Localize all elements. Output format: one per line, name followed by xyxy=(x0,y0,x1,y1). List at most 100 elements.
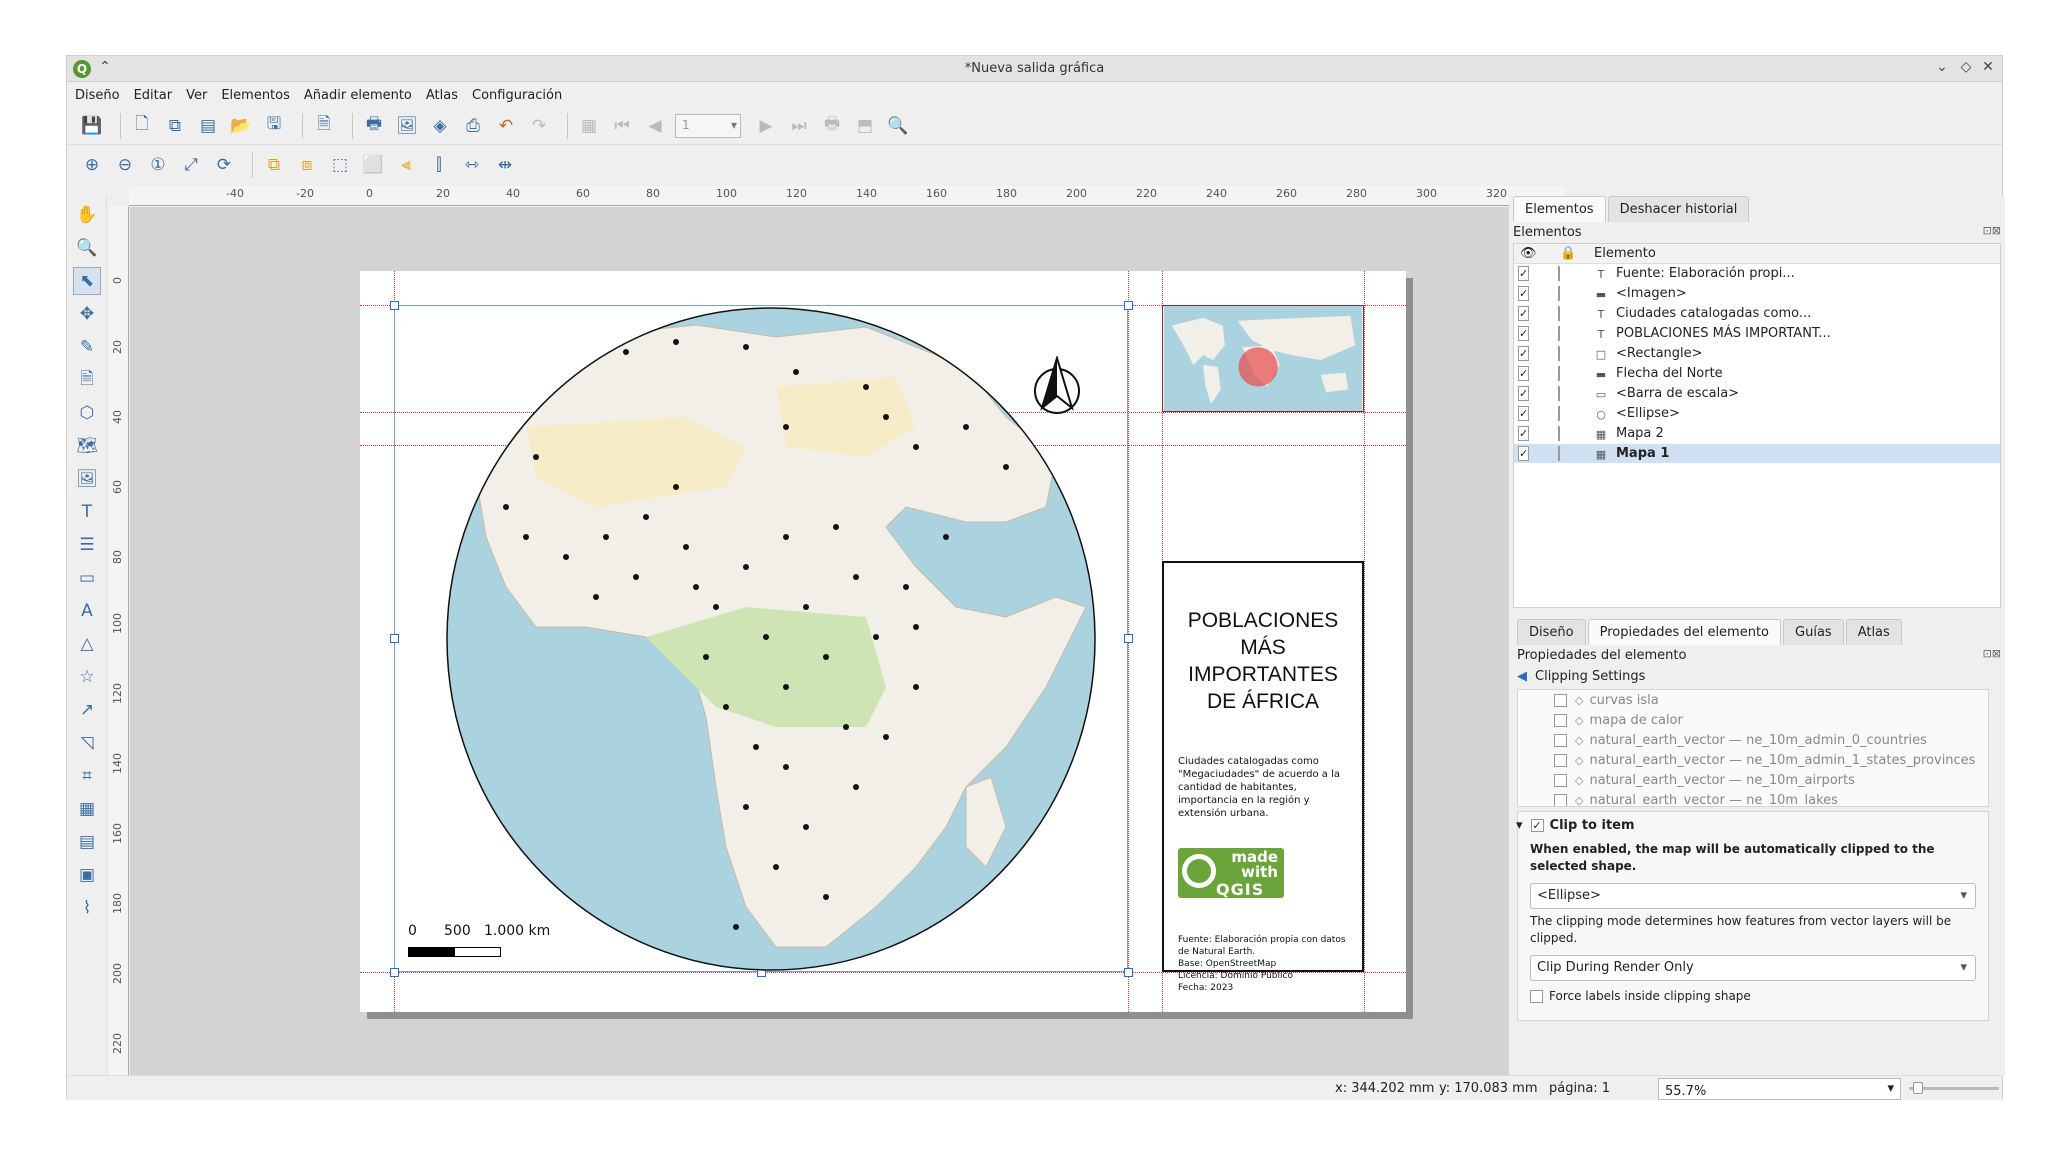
zoom-in-icon[interactable]: ⊕ xyxy=(79,152,105,178)
item-visible-checkbox[interactable]: ✓ xyxy=(1518,446,1530,461)
layer-row[interactable]: ◇ natural_earth_vector — ne_10m_lakes xyxy=(1554,790,1988,806)
zoom-slider[interactable] xyxy=(1909,1082,1999,1094)
item-lock-checkbox[interactable] xyxy=(1558,326,1560,341)
atlas-preview-icon[interactable]: ▦ xyxy=(576,113,602,139)
item-lock-checkbox[interactable] xyxy=(1558,426,1560,441)
info-box[interactable]: POBLACIONES MÁS IMPORTANTES DE ÁFRICA Ci… xyxy=(1162,561,1364,993)
group-items-icon[interactable]: ⬚ xyxy=(327,152,353,178)
export-atlas-icon[interactable]: ⬒ xyxy=(852,113,878,139)
item-row[interactable]: ✓ T POBLACIONES MÁS IMPORTANT... xyxy=(1514,324,2000,344)
layer-checkbox[interactable] xyxy=(1554,753,1567,767)
back-icon[interactable]: ◀ xyxy=(1517,669,1527,684)
export-svg-icon[interactable]: ◈ xyxy=(427,113,453,139)
layer-row[interactable]: ◇ natural_earth_vector — ne_10m_admin_0_c… xyxy=(1554,730,1988,750)
layer-checkbox[interactable] xyxy=(1554,713,1567,727)
item-row[interactable]: ✓ ○ <Ellipse> xyxy=(1514,404,2000,424)
item-visible-checkbox[interactable]: ✓ xyxy=(1518,306,1530,321)
add-map-icon[interactable]: 🗺 xyxy=(73,432,101,460)
minimize-icon[interactable]: ⌄ xyxy=(1932,59,1952,75)
export-pdf-icon[interactable]: ⎙ xyxy=(460,113,486,139)
collapse-icon[interactable]: ▾ xyxy=(1516,818,1523,833)
save-icon[interactable]: 💾 xyxy=(79,113,105,139)
item-row[interactable]: ✓ T Ciudades catalogadas como... xyxy=(1514,304,2000,324)
print-atlas-icon[interactable]: 🖶 xyxy=(819,113,845,139)
zoom-full-icon[interactable]: ⤢ xyxy=(178,152,204,178)
edit-nodes-icon[interactable]: ✎ xyxy=(73,333,101,361)
force-labels-checkbox[interactable] xyxy=(1530,989,1543,1003)
item-lock-checkbox[interactable] xyxy=(1558,446,1560,461)
layout-page[interactable]: 0 500 1.000 km POBLACIONES MÁS IMPORTANT… xyxy=(360,271,1406,1012)
props-close-icon[interactable]: ⊡⊠ xyxy=(1983,647,2001,660)
ungroup-items-icon[interactable]: ⬜ xyxy=(360,152,386,178)
item-lock-checkbox[interactable] xyxy=(1558,406,1560,421)
zoom-tool-icon[interactable]: 🔍 xyxy=(73,234,101,262)
first-feature-icon[interactable]: ⏮ xyxy=(609,113,635,139)
layer-checkbox[interactable] xyxy=(1554,773,1567,787)
item-visible-checkbox[interactable]: ✓ xyxy=(1518,426,1530,441)
menu-editar[interactable]: Editar xyxy=(134,88,173,103)
add-node-item-icon[interactable]: ◹ xyxy=(73,729,101,757)
print-icon[interactable]: 🖶 xyxy=(361,113,387,139)
add-scalebar-icon[interactable]: ▭ xyxy=(73,564,101,592)
zoom-100-icon[interactable]: ① xyxy=(145,152,171,178)
item-row[interactable]: ✓ T Fuente: Elaboración propi... xyxy=(1514,264,2000,284)
maximize-icon[interactable]: ◇ xyxy=(1956,59,1976,75)
item-lock-checkbox[interactable] xyxy=(1558,286,1560,301)
menu-configuracion[interactable]: Configuración xyxy=(472,88,562,103)
add-attribute-table-icon[interactable]: ▦ xyxy=(73,795,101,823)
resize-narrow-icon[interactable]: ⇹ xyxy=(492,152,518,178)
zoom-select[interactable]: 55.7% xyxy=(1658,1078,1901,1100)
item-visible-checkbox[interactable]: ✓ xyxy=(1518,326,1530,341)
item-row[interactable]: ✓ □ <Rectangle> xyxy=(1514,344,2000,364)
tab-guias[interactable]: Guías xyxy=(1783,619,1844,645)
item-visible-checkbox[interactable]: ✓ xyxy=(1518,366,1530,381)
layer-checkbox[interactable] xyxy=(1554,693,1567,707)
layer-checkbox[interactable] xyxy=(1554,733,1567,747)
clip-mode-select[interactable]: Clip During Render Only xyxy=(1530,955,1976,981)
resize-icon[interactable]: ⇿ xyxy=(459,152,485,178)
map-1-africa[interactable] xyxy=(446,307,1096,971)
item-lock-checkbox[interactable] xyxy=(1558,266,1560,281)
add-fixed-table-icon[interactable]: ▤ xyxy=(73,828,101,856)
layer-row[interactable]: ◇ natural_earth_vector — ne_10m_admin_1_s… xyxy=(1554,750,1988,770)
item-row[interactable]: ✓ ▭ <Barra de escala> xyxy=(1514,384,2000,404)
add-image-frame-icon[interactable]: ▣ xyxy=(73,861,101,889)
duplicate-layout-icon[interactable]: ⧉ xyxy=(162,113,188,139)
menu-ver[interactable]: Ver xyxy=(186,88,207,103)
select-tool-icon[interactable]: ⬉ xyxy=(73,267,101,295)
item-lock-checkbox[interactable] xyxy=(1558,306,1560,321)
add-3d-map-icon[interactable]: ⬡ xyxy=(73,399,101,427)
add-page-icon[interactable]: 🗎 xyxy=(73,366,101,394)
item-row[interactable]: ✓ ▦ Mapa 2 xyxy=(1514,424,2000,444)
atlas-settings-icon[interactable]: 🔍 xyxy=(885,113,911,139)
item-lock-checkbox[interactable] xyxy=(1558,346,1560,361)
tab-propiedades-elemento[interactable]: Propiedades del elemento xyxy=(1587,619,1782,645)
new-page-icon[interactable]: 🗎 xyxy=(311,113,337,139)
tab-elementos[interactable]: Elementos xyxy=(1513,196,1606,222)
item-row[interactable]: ✓ ▦ Mapa 1 xyxy=(1514,444,2000,464)
north-arrow[interactable] xyxy=(1032,356,1082,426)
lower-item-icon[interactable]: ⧈ xyxy=(294,152,320,178)
align-left-icon[interactable]: ⫷ xyxy=(393,152,419,178)
panel-close-icon[interactable]: ⊡⊠ xyxy=(1983,224,2001,237)
item-lock-checkbox[interactable] xyxy=(1558,386,1560,401)
item-visible-checkbox[interactable]: ✓ xyxy=(1518,266,1530,281)
add-shape-icon[interactable]: △ xyxy=(73,630,101,658)
previous-feature-icon[interactable]: ◀ xyxy=(642,113,668,139)
tab-deshacer-historial[interactable]: Deshacer historial xyxy=(1607,196,1750,222)
layer-list[interactable]: ◇ curvas isla ◇ mapa de calor ◇ natural_earth… xyxy=(1517,689,1989,807)
tab-diseno[interactable]: Diseño xyxy=(1517,619,1586,645)
scale-bar[interactable]: 0 500 1.000 km xyxy=(408,923,558,963)
menu-elementos[interactable]: Elementos xyxy=(221,88,290,103)
add-arrow-icon[interactable]: ↗ xyxy=(73,696,101,724)
menu-diseno[interactable]: Diseño xyxy=(75,88,120,103)
add-marker-icon[interactable]: ☆ xyxy=(73,663,101,691)
item-visible-checkbox[interactable]: ✓ xyxy=(1518,286,1530,301)
zoom-out-icon[interactable]: ⊖ xyxy=(112,152,138,178)
map-2-world[interactable] xyxy=(1162,305,1364,412)
move-content-icon[interactable]: ✥ xyxy=(73,300,101,328)
open-template-icon[interactable]: 📂 xyxy=(228,113,254,139)
undo-icon[interactable]: ↶ xyxy=(493,113,519,139)
item-row[interactable]: ✓ ▬ Flecha del Norte xyxy=(1514,364,2000,384)
last-feature-icon[interactable]: ⏭ xyxy=(786,113,812,139)
